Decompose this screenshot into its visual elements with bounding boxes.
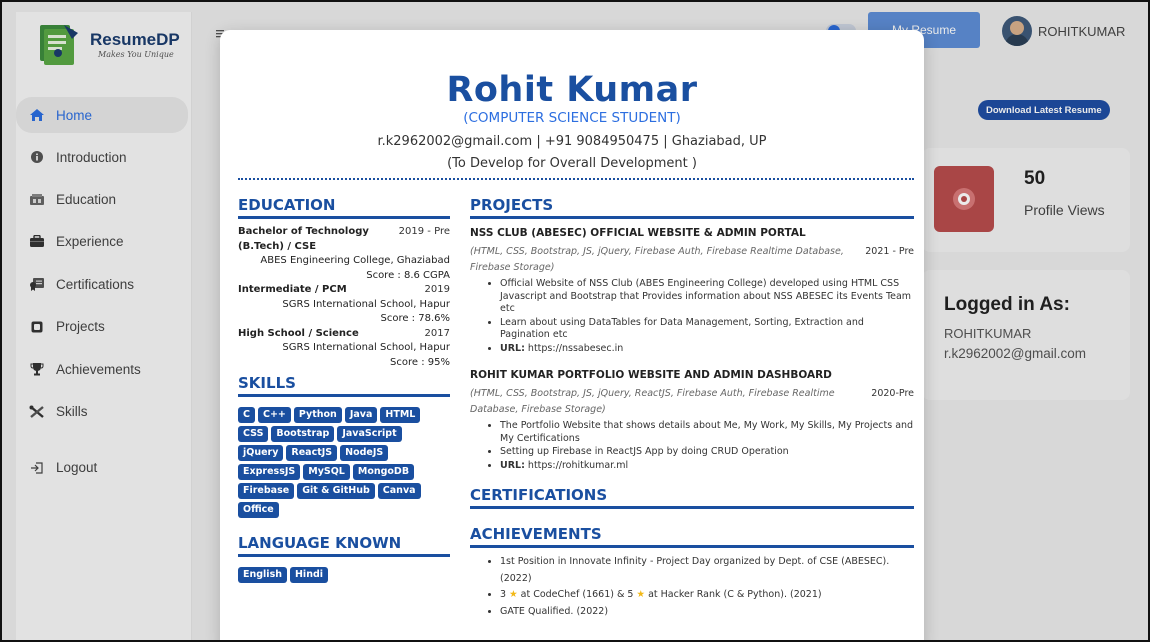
project-tech: (HTML, CSS, Bootstrap, JS, jQuery, Fireb… xyxy=(470,246,844,273)
url-label: URL: xyxy=(500,459,525,471)
language-chip: English xyxy=(238,567,287,583)
project-tech: (HTML, CSS, Bootstrap, JS, jQuery, React… xyxy=(470,388,835,415)
skill-chip: ReactJS xyxy=(286,445,338,461)
achievements-list: 1st Position in Innovate Infinity - Proj… xyxy=(470,554,914,620)
skill-chip: MySQL xyxy=(303,464,350,480)
achievement-item: 3 ★ at CodeChef (1661) & 5 ★ at Hacker R… xyxy=(500,587,914,604)
education-year: 2019 - Pre xyxy=(398,226,450,237)
resume-objective: (To Develop for Overall Development ) xyxy=(447,156,697,171)
resume-right-column: PROJECTS NSS CLUB (ABESEC) OFFICIAL WEBS… xyxy=(470,196,914,620)
resume-left-column: EDUCATION Bachelor of Technology (B.Tech… xyxy=(238,196,450,583)
certifications-heading: CERTIFICATIONS xyxy=(470,486,914,509)
project-entry: NSS CLUB (ABESEC) OFFICIAL WEBSITE & ADM… xyxy=(470,227,914,355)
achievement-item: 1st Position in Innovate Infinity - Proj… xyxy=(500,554,914,587)
skill-chip: jQuery xyxy=(238,445,284,461)
language-chip: Hindi xyxy=(289,567,329,583)
education-entry: High School / Science 2017 SGRS Internat… xyxy=(238,327,450,371)
skill-chip: JavaScript xyxy=(337,426,402,442)
resume-contact: r.k2962002@gmail.com | +91 9084950475 | … xyxy=(377,134,767,149)
skill-chip: MongoDB xyxy=(352,464,415,480)
education-institute: SGRS International School, Hapur xyxy=(282,298,450,310)
education-heading: EDUCATION xyxy=(238,196,450,219)
education-score: Score : 78.6% xyxy=(380,313,450,324)
education-year: 2017 xyxy=(424,327,450,339)
skill-chip: CSS xyxy=(238,426,269,442)
achievement-text: at CodeChef (1661) & 5 xyxy=(520,589,634,600)
skill-chip: Git & GitHub xyxy=(297,483,375,499)
divider xyxy=(238,178,914,180)
skill-chip: Canva xyxy=(377,483,421,499)
education-degree: Bachelor of Technology (B.Tech) / CSE xyxy=(238,226,369,252)
skill-chip: C xyxy=(238,407,255,423)
skill-chip: Firebase xyxy=(238,483,295,499)
achievement-item: GATE Qualified. (2022) xyxy=(500,604,914,621)
projects-heading: PROJECTS xyxy=(470,196,914,219)
project-bullet: Setting up Firebase in ReactJS App by do… xyxy=(500,446,914,459)
project-year: 2020-Pre xyxy=(871,388,914,399)
resume-role: (COMPUTER SCIENCE STUDENT) xyxy=(463,110,681,126)
project-url-link[interactable]: https://nssabesec.in xyxy=(528,343,623,354)
education-degree: High School / Science xyxy=(238,327,359,339)
skill-chip: Bootstrap xyxy=(271,426,335,442)
project-bullet: The Portfolio Website that shows details… xyxy=(500,420,914,445)
project-bullet: Learn about using DataTables for Data Ma… xyxy=(500,317,914,342)
education-institute: ABES Engineering College, Ghaziabad xyxy=(260,255,450,266)
language-heading: LANGUAGE KNOWN xyxy=(238,534,450,557)
project-bullets: Official Website of NSS Club (ABES Engin… xyxy=(470,278,914,355)
project-url-item: URL: https://nssabesec.in xyxy=(500,343,914,356)
star-icon: ★ xyxy=(509,589,518,600)
education-entry: Intermediate / PCM 2019 SGRS Internation… xyxy=(238,283,450,327)
skill-chip: ExpressJS xyxy=(238,464,301,480)
language-list: English Hindi xyxy=(238,567,434,583)
skill-chip: C++ xyxy=(257,407,291,423)
project-year: 2021 - Pre xyxy=(865,246,914,257)
skill-chip: Office xyxy=(238,502,279,518)
achievement-text: at Hacker Rank (C & Python). (2021) xyxy=(648,589,822,600)
skills-list: C C++ Python Java HTML CSS Bootstrap Jav… xyxy=(238,407,434,518)
project-title: ROHIT KUMAR PORTFOLIO WEBSITE AND ADMIN … xyxy=(470,369,832,381)
project-entry: ROHIT KUMAR PORTFOLIO WEBSITE AND ADMIN … xyxy=(470,369,914,472)
project-bullet: Official Website of NSS Club (ABES Engin… xyxy=(500,278,914,316)
project-title: NSS CLUB (ABESEC) OFFICIAL WEBSITE & ADM… xyxy=(470,227,806,239)
project-url-link[interactable]: https://rohitkumar.ml xyxy=(528,460,628,471)
star-icon: ★ xyxy=(636,589,646,600)
skill-chip: NodeJS xyxy=(340,445,389,461)
resume-preview-modal: Rohit Kumar (COMPUTER SCIENCE STUDENT) r… xyxy=(220,30,924,640)
achievements-heading: ACHIEVEMENTS xyxy=(470,525,914,548)
project-bullets: The Portfolio Website that shows details… xyxy=(470,420,914,472)
education-institute: SGRS International School, Hapur xyxy=(282,342,450,353)
skills-heading: SKILLS xyxy=(238,374,450,397)
skill-chip: Python xyxy=(293,407,342,423)
education-year: 2019 xyxy=(424,284,450,295)
skill-chip: HTML xyxy=(380,407,421,423)
resume-name: Rohit Kumar xyxy=(446,70,698,110)
app-window: ResumeDP Makes You Unique Home Introduct… xyxy=(0,0,1150,642)
skill-chip: Java xyxy=(344,407,378,423)
url-label: URL: xyxy=(500,342,525,354)
achievement-text: 3 xyxy=(500,589,507,600)
project-url-item: URL: https://rohitkumar.ml xyxy=(500,460,914,473)
education-entry: Bachelor of Technology (B.Tech) / CSE 20… xyxy=(238,225,450,283)
education-score: Score : 8.6 CGPA xyxy=(366,269,450,281)
education-degree: Intermediate / PCM xyxy=(238,284,347,295)
education-score: Score : 95% xyxy=(390,356,450,368)
